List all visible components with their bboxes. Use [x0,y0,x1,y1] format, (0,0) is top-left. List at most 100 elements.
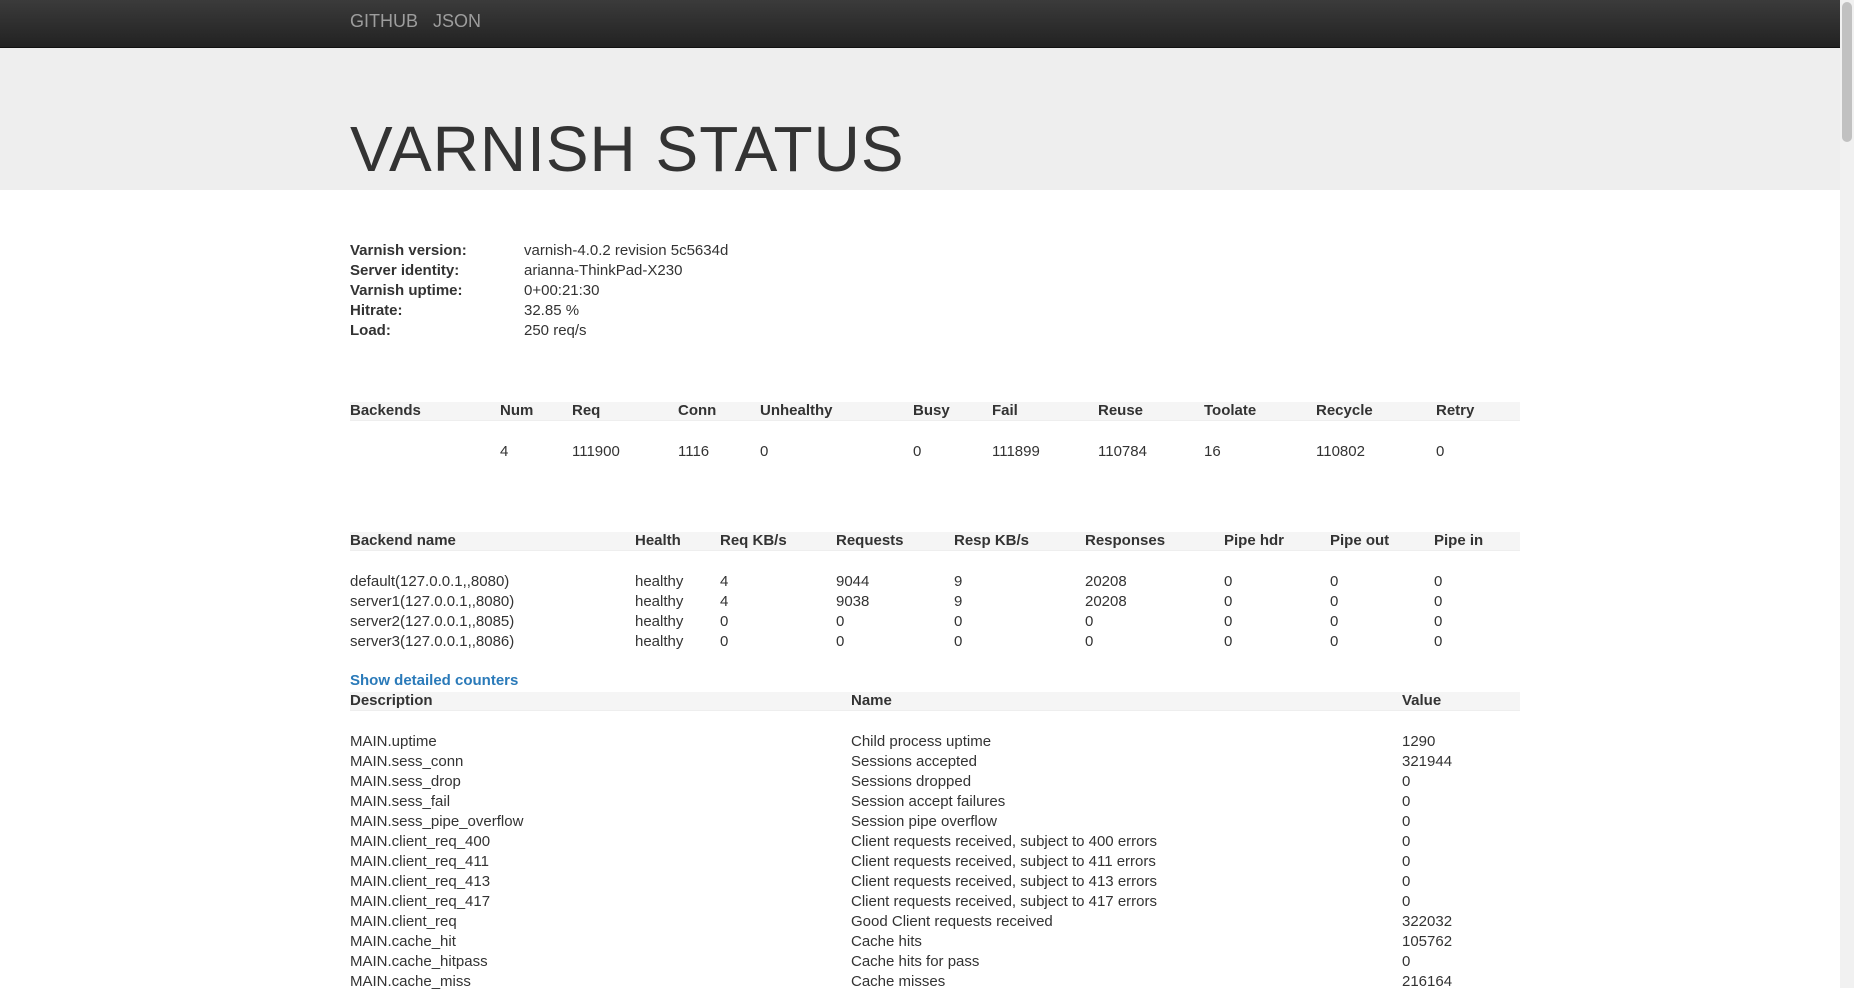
col-header: Unhealthy [760,402,833,419]
cell: MAIN.client_req_417 [350,893,491,910]
server-info: Varnish version: varnish-4.0.2 revision 5… [350,242,950,342]
cell: MAIN.client_req_400 [350,833,491,850]
table-header: Backends Num Req Conn Unhealthy Busy Fai… [350,402,1520,421]
cell: MAIN.sess_drop [350,773,461,790]
cell: 0 [1402,833,1411,850]
top-navbar: GITHUB JSON [0,0,1840,48]
cell: 9038 [836,593,870,610]
col-header: Recycle [1316,402,1373,419]
cell: MAIN.sess_fail [350,793,451,810]
cell: healthy [635,573,684,590]
col-header: Backend name [350,532,456,549]
cell: 0 [720,633,729,650]
cell: 0 [954,633,963,650]
info-row: Varnish uptime: 0+00:21:30 [350,282,950,302]
info-row: Varnish version: varnish-4.0.2 revision 5… [350,242,950,262]
cell: 4 [720,573,729,590]
col-header: Busy [913,402,950,419]
cell: server3(127.0.0.1,,8086) [350,633,515,650]
cell: 110784 [1098,443,1147,460]
col-header: Pipe out [1330,532,1390,549]
counters-table: Description Name Value MAIN.uptime Child … [350,692,1520,993]
cell: healthy [635,593,684,610]
col-header: Retry [1436,402,1475,419]
cell: 0 [1434,633,1443,650]
backends-summary-table: Backends Num Req Conn Unhealthy Busy Fai… [350,402,1520,463]
table-row: MAIN.client_req_400 Client requests recei… [350,833,1520,853]
table-header: Description Name Value [350,692,1520,711]
cell: MAIN.cache_hitpass [350,953,488,970]
cell: 0 [1402,853,1411,870]
cell: 0 [760,443,769,460]
col-header: Pipe hdr [1224,532,1285,549]
col-header: Description [350,692,433,709]
col-header: Conn [678,402,717,419]
col-header: Req KB/s [720,532,787,549]
col-header: Num [500,402,534,419]
cell: 111900 [572,443,620,460]
cell: 110802 [1316,443,1365,460]
cell: Cache misses [851,973,946,990]
cell: 111899 [992,443,1040,460]
cell: Sessions accepted [851,753,977,770]
cell: Client requests received, subject to 413… [851,873,1157,890]
info-label: Varnish version: [350,242,467,259]
cell: 9 [954,573,963,590]
cell: MAIN.sess_conn [350,753,464,770]
cell: healthy [635,633,684,650]
nav-github-link[interactable]: GITHUB [350,11,418,32]
table-row: MAIN.sess_fail Session accept failures 0 [350,793,1520,813]
cell: 0 [836,633,845,650]
cell: 4 [720,593,729,610]
cell: 9 [954,593,963,610]
cell: healthy [635,613,684,630]
cell: 0 [836,613,845,630]
cell: 105762 [1402,933,1453,950]
info-value: 32.85 % [524,302,580,319]
cell: 9044 [836,573,870,590]
col-header: Req [572,402,601,419]
table-row: server2(127.0.0.1,,8085) healthy 0 0 0 0… [350,613,1520,633]
table-row: MAIN.uptime Child process uptime 1290 [350,733,1520,753]
cell: Client requests received, subject to 417… [851,893,1157,910]
table-row: 4 111900 1116 0 0 111899 110784 16 11080… [350,443,1520,463]
scrollbar-thumb[interactable] [1842,2,1852,142]
info-row: Load: 250 req/s [350,322,950,342]
show-detailed-counters-link[interactable]: Show detailed counters [350,672,518,689]
counter-rows: MAIN.uptime Child process uptime 1290 MAIN.… [350,733,1520,993]
cell: Client requests received, subject to 411… [851,853,1156,870]
col-header: Reuse [1098,402,1144,419]
cell: Child process uptime [851,733,992,750]
cell: MAIN.uptime [350,733,437,750]
cell: 0 [1402,953,1411,970]
cell: 0 [1434,593,1443,610]
col-header: Health [635,532,681,549]
table-row: MAIN.cache_hitpass Cache hits for pass 0 [350,953,1520,973]
cell: 0 [1085,613,1094,630]
cell: server2(127.0.0.1,,8085) [350,613,515,630]
cell: 1116 [678,443,710,460]
info-label: Hitrate: [350,302,403,319]
cell: MAIN.client_req_411 [350,853,489,870]
backends-table: Backend name Health Req KB/s Requests Re… [350,532,1520,653]
cell: Good Client requests received [851,913,1053,930]
cell: 0 [1330,573,1339,590]
table-row: MAIN.cache_miss Cache misses 216164 [350,973,1520,993]
page-title: VARNISH STATUS [350,113,905,185]
col-header: Fail [992,402,1018,419]
cell: 0 [1402,813,1411,830]
table-row: MAIN.cache_hit Cache hits 105762 [350,933,1520,953]
cell: 322032 [1402,913,1453,930]
col-header: Responses [1085,532,1166,549]
col-header: Backends [350,402,421,419]
header-banner: VARNISH STATUS [0,48,1840,190]
cell: 0 [1330,593,1339,610]
info-label: Server identity: [350,262,460,279]
nav-json-link[interactable]: JSON [433,11,481,32]
vertical-scrollbar[interactable] [1840,0,1854,988]
table-row: server1(127.0.0.1,,8080) healthy 4 9038 … [350,593,1520,613]
cell: 0 [954,613,963,630]
info-row: Server identity: arianna-ThinkPad-X230 [350,262,950,282]
cell: 0 [1402,793,1411,810]
cell: Session accept failures [851,793,1006,810]
